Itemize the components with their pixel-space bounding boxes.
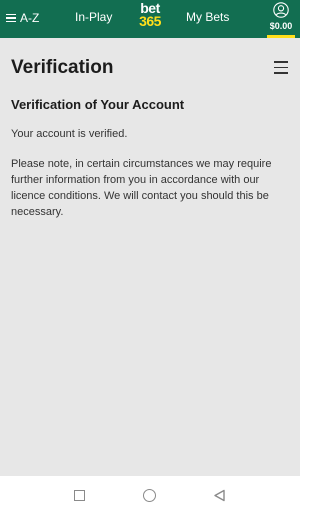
user-icon bbox=[273, 2, 289, 18]
recents-square-icon[interactable] bbox=[74, 490, 85, 501]
my-bets-link[interactable]: My Bets bbox=[186, 10, 229, 24]
az-label: A-Z bbox=[20, 11, 40, 25]
system-navigation-bar bbox=[0, 476, 300, 517]
back-triangle-icon[interactable] bbox=[213, 489, 226, 502]
home-circle-icon[interactable] bbox=[143, 489, 156, 502]
hamburger-icon bbox=[274, 61, 288, 63]
bet365-logo[interactable]: bet 365 bbox=[134, 1, 166, 29]
page-title: Verification bbox=[11, 57, 114, 78]
hamburger-icon-bar bbox=[274, 72, 288, 74]
verification-note-text: Please note, in certain circumstances we… bbox=[11, 158, 272, 218]
verification-status-text: Your account is verified. bbox=[11, 128, 128, 140]
account-button[interactable]: $0.00 bbox=[266, 2, 296, 38]
hamburger-icon bbox=[6, 13, 16, 23]
account-balance: $0.00 bbox=[269, 21, 293, 31]
in-play-link[interactable]: In-Play bbox=[75, 10, 112, 24]
account-active-indicator bbox=[267, 35, 295, 38]
hamburger-icon-bar bbox=[274, 66, 288, 68]
section-heading: Verification of Your Account bbox=[11, 97, 185, 112]
az-menu-button[interactable]: A-Z bbox=[6, 10, 39, 26]
page-menu-button[interactable] bbox=[274, 61, 288, 74]
screen: A-Z In-Play bet 365 My Bets $0.00 Verifi… bbox=[0, 0, 300, 517]
top-nav-bar: A-Z In-Play bet 365 My Bets $0.00 bbox=[0, 0, 300, 38]
logo-text-bottom: 365 bbox=[139, 13, 161, 29]
